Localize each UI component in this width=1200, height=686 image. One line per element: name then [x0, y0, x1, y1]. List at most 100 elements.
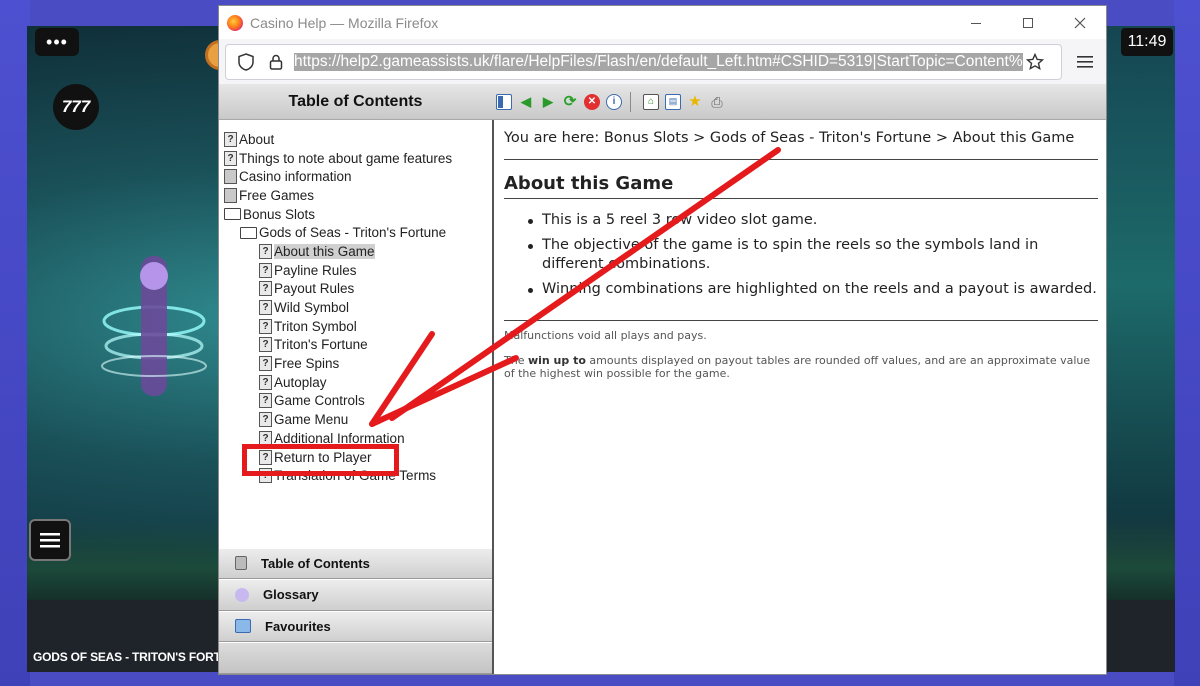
list-item: The objective of the game is to spin the… — [528, 236, 1098, 275]
toc-item[interactable]: ? Things to note about game features — [224, 149, 492, 168]
annotation-highlight-box — [242, 444, 399, 476]
help-toolbar-icons-2: ⌂ ▤ ★ ⎙ — [639, 93, 725, 110]
toc-icon — [235, 556, 247, 571]
window-title: Casino Help — Mozilla Firefox — [250, 14, 439, 31]
toc-item-label: Payout Rules — [274, 281, 355, 297]
list-item: Winning combinations are highlighted on … — [528, 280, 1098, 300]
minimize-icon — [971, 22, 981, 24]
toc-item-label: Triton Symbol — [274, 318, 357, 334]
topic-page-icon[interactable]: ▤ — [665, 93, 681, 110]
toc-item-label: Game Menu — [274, 412, 349, 428]
toc-item-label: Wild Symbol — [274, 300, 350, 316]
help-toolbar: Table of Contents ◀ ▶ ⟳ ✕ i ⌂ ▤ ★ ⎙ — [219, 84, 1106, 120]
game-options-button[interactable]: ••• — [35, 28, 79, 56]
table-of-contents: ? About? Things to note about game feature… — [219, 120, 492, 485]
help-page-icon: ? — [259, 300, 272, 316]
toc-item[interactable]: Bonus Slots — [224, 205, 492, 224]
navigation-pane: ? About? Things to note about game feature… — [219, 120, 494, 674]
toc-item[interactable]: ? Free Spins — [224, 354, 492, 373]
open-book-icon — [224, 208, 241, 221]
desktop-background-right — [1174, 0, 1200, 686]
game-menu-button[interactable] — [29, 519, 71, 561]
topic-heading: About this Game — [504, 160, 1098, 199]
desktop-background-left — [0, 0, 30, 686]
url-toolbar: https://help2.gameassists.uk/flare/HelpF… — [219, 39, 1106, 84]
toc-item[interactable]: ? Wild Symbol — [224, 298, 492, 317]
breadcrumb: You are here: Bonus Slots > Gods of Seas… — [504, 129, 1098, 160]
tab-label: Favourites — [265, 618, 331, 634]
window-titlebar: Casino Help — Mozilla Firefox — [219, 6, 1106, 39]
url-text[interactable]: https://help2.gameassists.uk/flare/HelpF… — [294, 52, 1023, 71]
maximize-button[interactable] — [1002, 6, 1054, 39]
toc-item-label: Bonus Slots — [243, 206, 316, 222]
toc-item[interactable]: ? Game Menu — [224, 410, 492, 429]
bookmark-star-icon[interactable] — [1023, 50, 1047, 74]
tab-label: Glossary — [263, 587, 319, 603]
firefox-window: Casino Help — Mozilla Firefox https://he… — [218, 5, 1107, 675]
toc-item-label: Gods of Seas - Triton's Fortune — [259, 225, 447, 241]
help-page-icon: ? — [259, 262, 272, 278]
toc-item-label: Autoplay — [274, 374, 327, 390]
minimize-button[interactable] — [950, 6, 1002, 39]
maximize-icon — [1023, 17, 1033, 28]
help-page-icon: ? — [259, 337, 272, 353]
hide-navigation-icon[interactable] — [496, 93, 512, 110]
fine-print-win-up-to: The win up to amounts displayed on payou… — [504, 354, 1098, 380]
toc-item[interactable]: ? Triton's Fortune — [224, 336, 492, 355]
closed-book-icon — [224, 187, 237, 203]
help-page-icon: ? — [259, 356, 272, 372]
info-icon[interactable]: i — [606, 93, 622, 110]
list-item: This is a 5 reel 3 row video slot game. — [528, 211, 1098, 231]
toc-item[interactable]: ? About — [224, 130, 492, 149]
toc-item[interactable]: ? Game Controls — [224, 392, 492, 411]
toolbar-separator — [630, 91, 631, 112]
close-icon — [1074, 17, 1086, 28]
toc-item[interactable]: Gods of Seas - Triton's Fortune — [224, 223, 492, 242]
tab-glossary[interactable]: Glossary — [219, 579, 492, 611]
menu-icon — [1076, 55, 1093, 68]
tab-filler — [219, 642, 492, 674]
toc-item-label: Triton's Fortune — [274, 337, 368, 353]
stop-icon[interactable]: ✕ — [584, 93, 600, 110]
closed-book-icon — [224, 169, 237, 185]
help-page-icon: ? — [259, 393, 272, 409]
fine-print-bold: win up to — [527, 354, 586, 367]
toc-item[interactable]: ? Payout Rules — [224, 280, 492, 299]
tab-favourites[interactable]: Favourites — [219, 610, 492, 642]
firefox-logo-icon — [227, 14, 243, 31]
tab-label: Table of Contents — [261, 555, 370, 571]
fine-print-text: amounts displayed on payout tables are r… — [504, 354, 1091, 380]
refresh-icon[interactable]: ⟳ — [562, 94, 578, 110]
help-panes: ? About? Things to note about game feature… — [219, 120, 1106, 674]
glossary-icon — [235, 587, 249, 602]
help-toolbar-title: Table of Contents — [288, 92, 423, 110]
help-page-icon: ? — [224, 131, 237, 147]
toc-item-label: Things to note about game features — [239, 150, 453, 166]
toc-item[interactable]: Free Games — [224, 186, 492, 205]
toc-item-label: Free Games — [239, 187, 315, 203]
favourite-star-icon[interactable]: ★ — [687, 94, 703, 110]
hamburger-icon — [40, 533, 60, 548]
home-page-icon[interactable]: ⌂ — [643, 93, 659, 110]
open-book-icon — [240, 226, 257, 239]
lock-icon[interactable] — [264, 50, 288, 74]
fine-print-malfunctions: Malfunctions void all plays and pays. — [504, 329, 707, 342]
help-page-icon: ? — [224, 150, 237, 166]
forward-arrow-icon[interactable]: ▶ — [540, 94, 556, 110]
url-selected-text[interactable]: https://help2.gameassists.uk/flare/HelpF… — [294, 52, 1023, 71]
app-menu-button[interactable] — [1070, 44, 1100, 80]
toc-item[interactable]: Casino information — [224, 167, 492, 186]
help-page-icon: ? — [259, 281, 272, 297]
shield-icon[interactable] — [234, 50, 258, 74]
toc-item[interactable]: ? About this Game — [224, 242, 492, 261]
print-icon[interactable]: ⎙ — [709, 94, 725, 110]
toc-item[interactable]: ? Autoplay — [224, 373, 492, 392]
toc-item-label: About — [239, 131, 275, 147]
tab-table-of-contents[interactable]: Table of Contents — [219, 547, 492, 579]
back-arrow-icon[interactable]: ◀ — [518, 94, 534, 110]
address-bar[interactable]: https://help2.gameassists.uk/flare/HelpF… — [225, 43, 1062, 80]
toc-item[interactable]: ? Triton Symbol — [224, 317, 492, 336]
close-button[interactable] — [1054, 6, 1106, 39]
toc-item[interactable]: ? Payline Rules — [224, 261, 492, 280]
help-page-icon: ? — [259, 318, 272, 334]
